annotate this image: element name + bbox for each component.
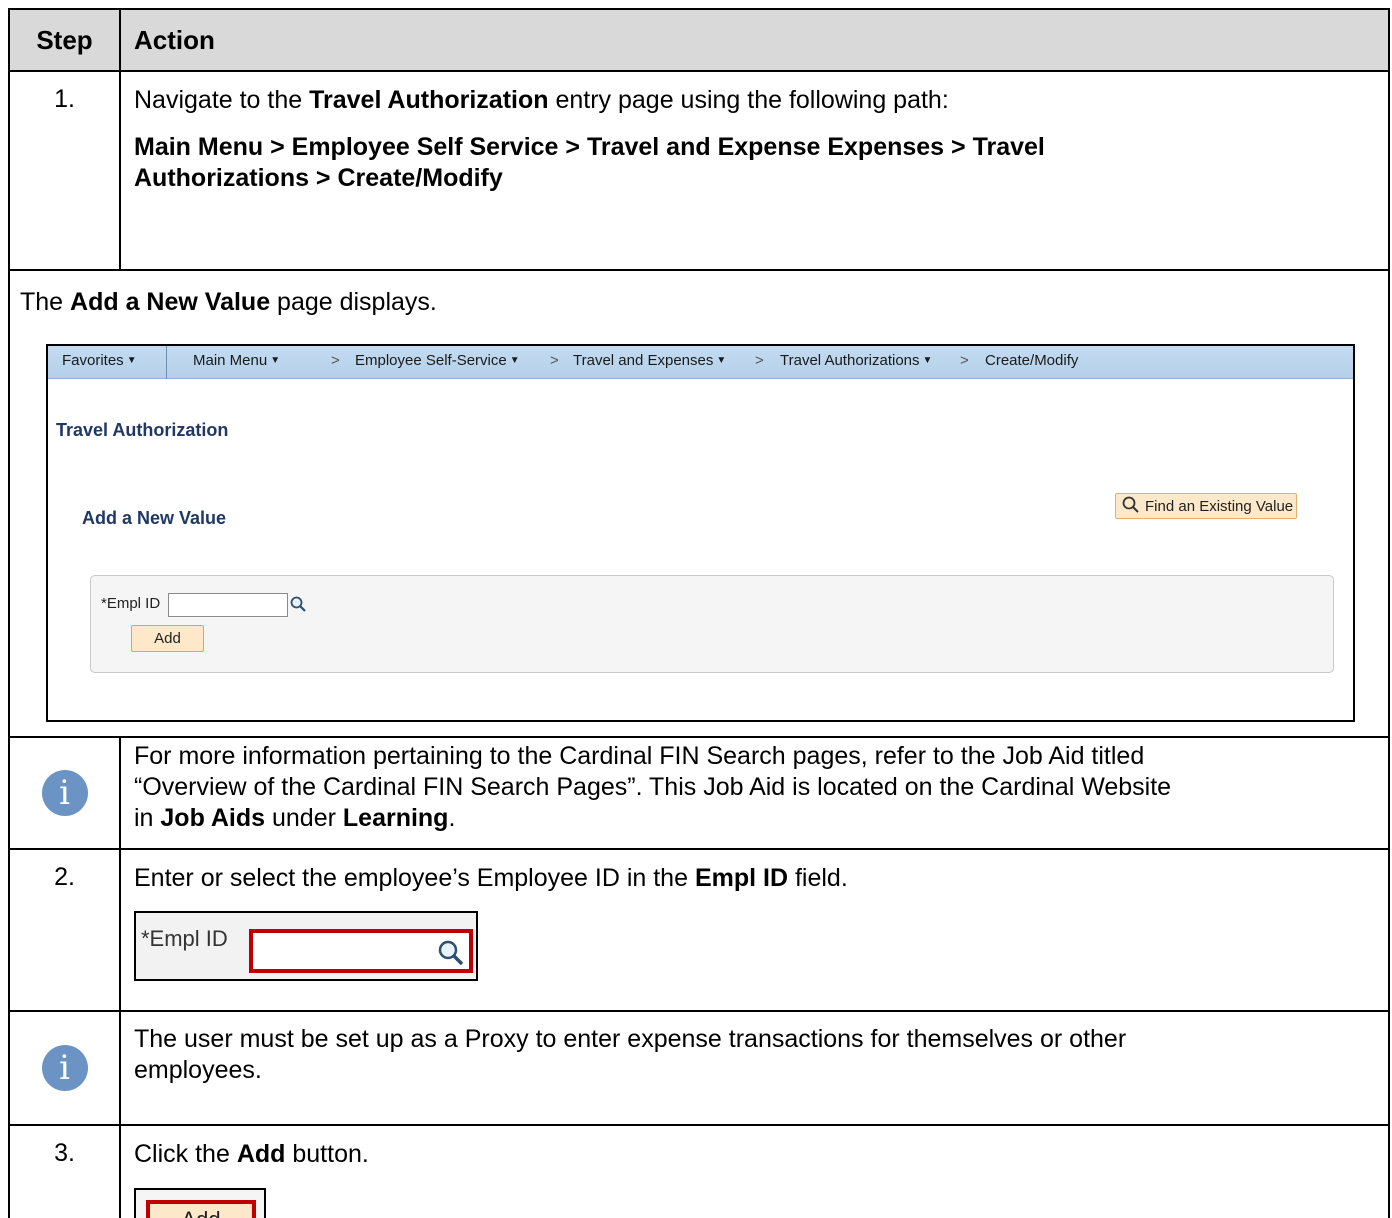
caret-down-icon: ▼ xyxy=(509,355,520,366)
chevron-right-icon: > xyxy=(755,352,764,369)
chevron-right-icon: > xyxy=(960,352,969,369)
add-button-highlight[interactable]: Add xyxy=(146,1200,256,1218)
info-note: For more information pertaining to the C… xyxy=(134,742,1172,832)
search-icon xyxy=(1122,496,1139,517)
nav-bar: Favorites ▼ Main Menu ▼ > Employee Self-Se… xyxy=(48,346,1353,379)
step-instruction: Navigate to the Travel Authorization ent… xyxy=(134,86,949,114)
add-button-screenshot: Add xyxy=(134,1188,266,1218)
caret-down-icon: ▼ xyxy=(270,355,281,366)
result-text: The Add a New Value page displays. xyxy=(20,288,437,316)
empl-id-input[interactable] xyxy=(168,593,288,617)
nav-travel-and-expenses[interactable]: Travel and Expenses ▼ xyxy=(573,352,726,369)
lookup-icon[interactable] xyxy=(437,939,465,972)
action-header: Action xyxy=(134,24,215,55)
add-button[interactable]: Add xyxy=(131,625,204,652)
caret-down-icon: ▼ xyxy=(922,355,933,366)
page-title: Travel Authorization xyxy=(56,420,229,440)
step-number: 1. xyxy=(54,85,75,113)
nav-divider xyxy=(166,346,167,379)
caret-down-icon: ▼ xyxy=(126,355,137,366)
result-row: The Add a New Value page displays. Favor… xyxy=(10,271,1388,738)
nav-main-menu[interactable]: Main Menu ▼ xyxy=(193,352,280,369)
step-header: Step xyxy=(10,10,121,70)
peoplesoft-screenshot: Favorites ▼ Main Menu ▼ > Employee Self-Se… xyxy=(46,344,1355,722)
info-icon: i xyxy=(41,770,88,816)
info-row-2: i The user must be set up as a Proxy to … xyxy=(10,1012,1388,1126)
caret-down-icon: ▼ xyxy=(716,355,727,366)
info-icon: i xyxy=(41,1045,88,1091)
info-note: The user must be set up as a Proxy to en… xyxy=(134,1025,1127,1084)
empl-id-label: *Empl ID xyxy=(141,926,228,951)
step-row-1: 1. Navigate to the Travel Authorization … xyxy=(10,72,1388,271)
step-instruction: Enter or select the employee’s Employee … xyxy=(134,864,848,892)
page-subtitle: Add a New Value xyxy=(82,508,227,528)
empl-id-label: *Empl ID xyxy=(101,595,161,612)
step-row-3: 3. Click the Add button. Add xyxy=(10,1126,1388,1218)
navigation-path: Main Menu > Employee Self Service > Trav… xyxy=(134,133,1045,192)
nav-travel-authorizations[interactable]: Travel Authorizations ▼ xyxy=(780,352,932,369)
step-instruction: Click the Add button. xyxy=(134,1140,369,1168)
chevron-right-icon: > xyxy=(331,352,340,369)
find-existing-value-button[interactable]: Find an Existing Value xyxy=(1115,493,1297,519)
nav-employee-self-service[interactable]: Employee Self-Service ▼ xyxy=(355,352,520,369)
job-aid-table: Step Action 1. Navigate to the Travel Au… xyxy=(8,8,1390,1218)
step-row-2: 2. Enter or select the employee’s Employ… xyxy=(10,850,1388,1012)
chevron-right-icon: > xyxy=(550,352,559,369)
empl-id-screenshot: *Empl ID xyxy=(134,911,478,981)
add-value-panel: *Empl ID Add xyxy=(90,575,1334,673)
step-number: 3. xyxy=(54,1139,75,1167)
info-row-1: i For more information pertaining to the… xyxy=(10,738,1388,850)
table-header: Step Action xyxy=(10,10,1388,72)
step-number: 2. xyxy=(54,863,75,891)
lookup-icon[interactable] xyxy=(290,596,306,617)
nav-favorites[interactable]: Favorites ▼ xyxy=(62,352,137,369)
empl-id-input-highlight[interactable] xyxy=(249,929,473,973)
nav-create-modify[interactable]: Create/Modify xyxy=(985,352,1078,369)
